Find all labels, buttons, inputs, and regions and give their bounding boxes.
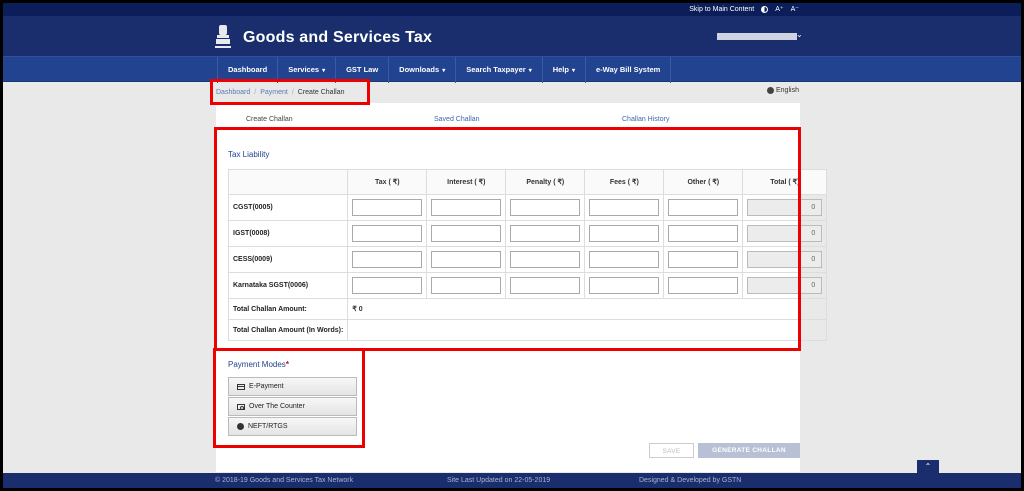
skip-to-main-link[interactable]: Skip to Main Content (689, 6, 754, 13)
main-navigation: Dashboard Services ▾ GST Law Downloads ▾ S… (3, 56, 1021, 83)
user-name-redacted[interactable] (717, 33, 797, 40)
language-label: English (776, 87, 799, 94)
browser-viewport: Skip to Main Content A⁺ A⁻ Goods and Ser… (3, 3, 1021, 488)
footer-developer: Designed & Developed by GSTN (639, 477, 742, 484)
highlight-box-payment-modes (213, 348, 365, 448)
chevron-down-icon: ▾ (571, 68, 575, 74)
footer-last-updated: Site Last Updated on 22-05-2019 (447, 477, 551, 484)
tab-saved-challan[interactable]: Saved Challan (434, 116, 480, 123)
highlight-box-tax-liability (214, 127, 801, 351)
footer-copyright: © 2018-19 Goods and Services Tax Network (215, 477, 354, 484)
nav-item-eway-bill[interactable]: e-Way Bill System (586, 57, 672, 83)
language-selector[interactable]: English (767, 87, 799, 94)
generate-challan-button[interactable]: GENERATE CHALLAN (698, 443, 800, 458)
nav-item-search-taxpayer[interactable]: Search Taxpayer ▾ (456, 57, 543, 83)
tab-challan-history[interactable]: Challan History (622, 116, 669, 123)
font-increase-button[interactable]: A⁺ (775, 5, 783, 13)
scroll-to-top-button[interactable]: ⌃ (917, 460, 939, 474)
font-decrease-button[interactable]: A⁻ (791, 5, 799, 13)
tab-create-challan[interactable]: Create Challan (246, 116, 293, 123)
chevron-down-icon: ▾ (442, 68, 446, 74)
chevron-down-icon: ▾ (322, 68, 326, 74)
national-emblem-icon (215, 25, 231, 48)
globe-icon (767, 87, 774, 94)
save-button[interactable]: SAVE (649, 443, 694, 458)
site-footer: © 2018-19 Goods and Services Tax Network… (3, 473, 1021, 488)
utility-bar: Skip to Main Content A⁺ A⁻ (3, 3, 1021, 16)
site-title[interactable]: Goods and Services Tax (243, 29, 432, 47)
nav-item-help[interactable]: Help ▾ (543, 57, 586, 83)
user-dropdown-chevron-icon[interactable]: ⌄ (796, 30, 803, 39)
contrast-toggle-icon[interactable] (761, 5, 769, 13)
site-header: Goods and Services Tax ⌄ (3, 16, 1021, 56)
nav-item-downloads[interactable]: Downloads ▾ (389, 57, 457, 83)
chevron-down-icon: ▾ (528, 68, 532, 74)
highlight-box-breadcrumb (210, 79, 370, 105)
